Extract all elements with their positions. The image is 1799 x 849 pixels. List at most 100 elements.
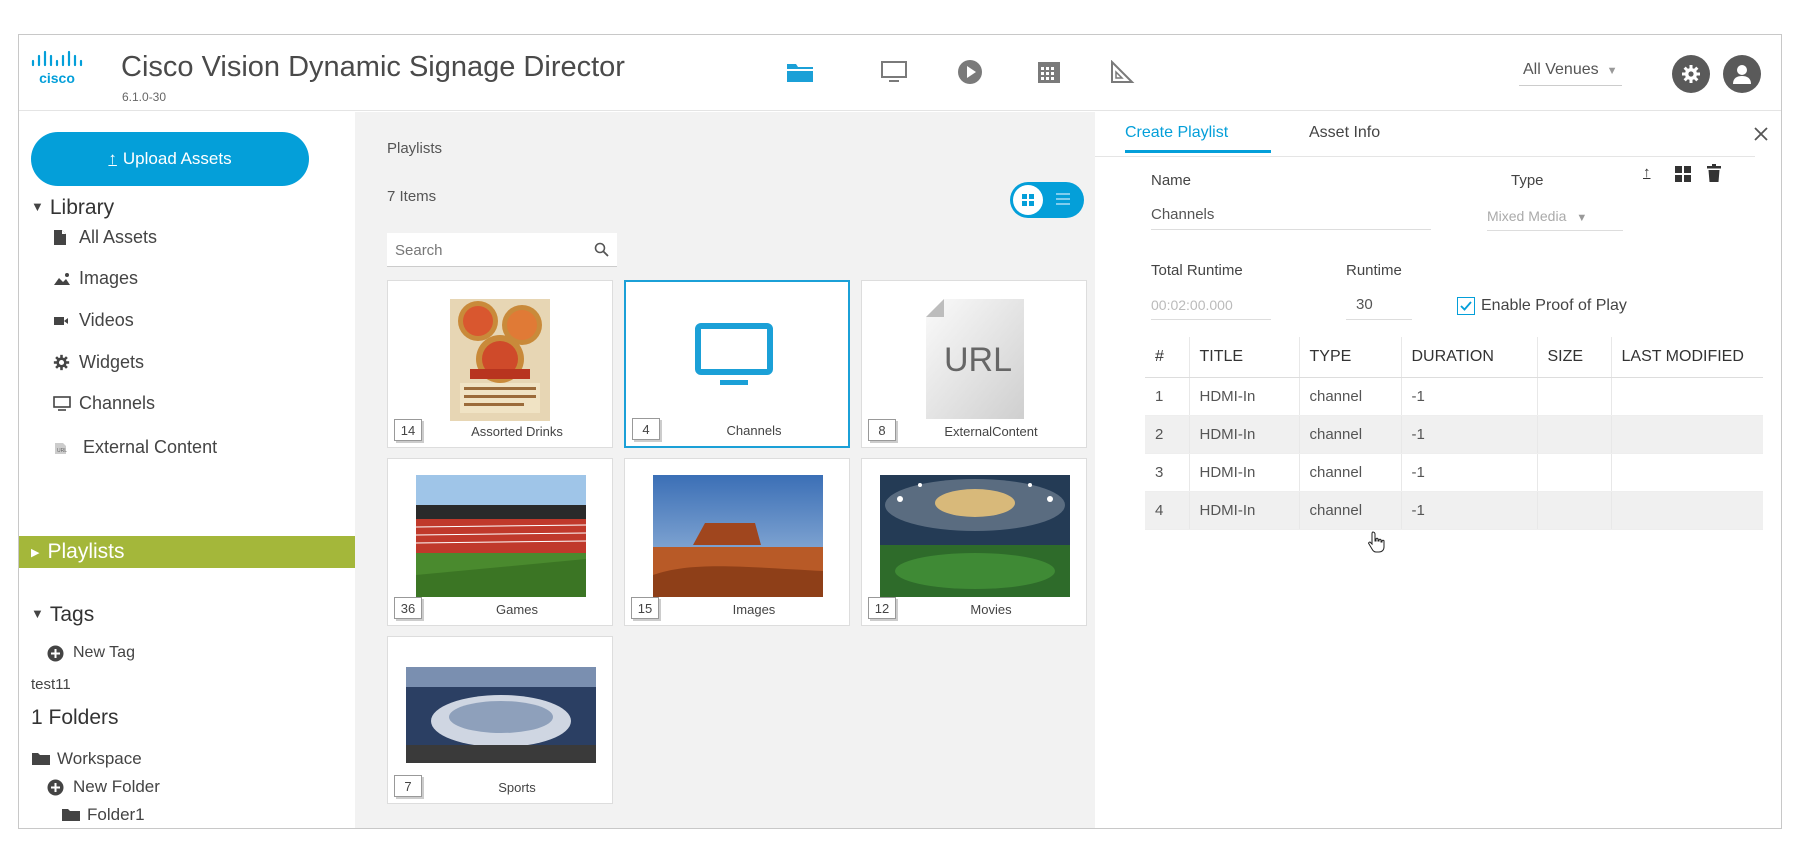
nav-folder-icon[interactable] — [785, 57, 815, 87]
total-runtime-label: Total Runtime — [1151, 262, 1243, 279]
enable-proof-of-play-checkbox[interactable]: Enable Proof of Play — [1457, 297, 1627, 315]
folder-workspace[interactable]: Workspace — [31, 749, 142, 769]
tags-label: Tags — [49, 603, 95, 626]
col-type[interactable]: TYPE — [1299, 337, 1402, 378]
playlist-tile-sports[interactable]: 7 Sports — [387, 636, 613, 804]
sidebar-item-images[interactable]: Images — [53, 268, 138, 289]
item-count-badge: 15 — [631, 597, 659, 619]
tab-create-playlist[interactable]: Create Playlist — [1125, 124, 1271, 153]
app-version: 6.1.0-30 — [122, 90, 167, 104]
grid-icon — [1013, 185, 1043, 215]
search-input[interactable] — [387, 233, 577, 267]
trash-icon[interactable] — [1707, 164, 1721, 182]
col-last-modified[interactable]: LAST MODIFIED — [1611, 337, 1763, 378]
folder-item[interactable]: Folder1 — [61, 805, 145, 825]
cell-duration: -1 — [1401, 453, 1538, 492]
cisco-logo: cisco — [29, 49, 91, 89]
item-count-badge: 12 — [868, 597, 896, 619]
caret-right-icon: ▶ — [31, 546, 40, 559]
sidebar-item-external-content[interactable]: URL External Content — [53, 437, 217, 458]
playlist-tile-images[interactable]: 15 Images — [624, 458, 850, 626]
table-row[interactable]: 3 HDMI-In channel -1 — [1145, 453, 1763, 492]
nav-calendar-icon[interactable] — [1034, 57, 1064, 87]
col-number[interactable]: # — [1145, 337, 1190, 378]
playlist-tile-movies[interactable]: 12 Movies — [861, 458, 1087, 626]
upload-icon[interactable]: ↑ — [1643, 164, 1651, 181]
field-lights-thumbnail — [880, 475, 1070, 597]
arena-thumbnail — [406, 667, 596, 763]
user-button[interactable] — [1723, 55, 1761, 93]
image-icon — [53, 272, 75, 286]
playlist-editor-panel: Create Playlist Asset Info Name Channels… — [1095, 112, 1781, 828]
cell-last-modified — [1611, 377, 1763, 416]
table-row[interactable]: 1 HDMI-In channel -1 — [1145, 377, 1763, 416]
tag-item-label: test11 — [31, 676, 71, 693]
playlist-tile-channels[interactable]: 4 Channels — [624, 280, 850, 448]
upload-icon: ↑ — [108, 149, 117, 168]
cell-number: 1 — [1145, 377, 1190, 416]
monitor-icon — [695, 323, 773, 385]
nav-monitor-icon[interactable] — [879, 57, 909, 87]
cell-number: 3 — [1145, 453, 1190, 492]
cell-type: channel — [1299, 491, 1402, 530]
view-toggle[interactable] — [1010, 182, 1084, 218]
upload-assets-button[interactable]: ↑ Upload Assets — [31, 132, 309, 186]
runtime-field[interactable]: 30 — [1346, 296, 1412, 320]
sidebar-item-videos[interactable]: Videos — [53, 310, 134, 331]
external-icon: URL — [53, 441, 75, 455]
nav-play-icon[interactable] — [955, 57, 985, 87]
search-icon[interactable] — [594, 242, 609, 257]
sidebar-item-widgets[interactable]: Widgets — [53, 352, 144, 373]
playlist-tile-games[interactable]: 36 Games — [387, 458, 613, 626]
cell-duration: -1 — [1401, 415, 1538, 454]
col-duration[interactable]: DURATION — [1401, 337, 1538, 378]
plus-circle-icon — [47, 645, 69, 662]
gear-icon — [1682, 65, 1700, 83]
settings-button[interactable] — [1672, 55, 1710, 93]
sidebar-item-all-assets[interactable]: All Assets — [53, 227, 157, 248]
hand-cursor-icon — [1368, 531, 1385, 553]
cell-title: HDMI-In — [1189, 491, 1300, 530]
col-title[interactable]: TITLE — [1189, 337, 1300, 378]
folder-icon — [31, 752, 53, 766]
playlists-label: Playlists — [47, 540, 125, 563]
grid-icon[interactable] — [1675, 166, 1691, 182]
sidebar-item-label: Widgets — [79, 352, 145, 372]
playlist-tile-assorted-drinks[interactable]: 14 Assorted Drinks — [387, 280, 613, 448]
sidebar-item-label: Videos — [79, 310, 134, 330]
cell-type: channel — [1299, 415, 1402, 454]
new-folder-button[interactable]: New Folder — [47, 777, 160, 797]
library-label: Library — [49, 196, 115, 219]
chevron-down-icon: ▼ — [1606, 65, 1618, 77]
tab-asset-info[interactable]: Asset Info — [1309, 124, 1380, 150]
nav-triangle-ruler-icon[interactable] — [1107, 57, 1137, 87]
library-header[interactable]: ▼ Library — [31, 196, 114, 220]
name-field[interactable]: Channels — [1151, 206, 1431, 230]
cell-duration: -1 — [1401, 377, 1538, 416]
sidebar-item-playlists[interactable]: ▶ Playlists — [19, 536, 355, 568]
proof-label: Enable Proof of Play — [1481, 297, 1627, 314]
app-header: cisco Cisco Vision Dynamic Signage Direc… — [19, 35, 1781, 111]
table-row[interactable]: 2 HDMI-In channel -1 — [1145, 415, 1763, 454]
folder-icon — [61, 808, 83, 822]
cell-last-modified — [1611, 491, 1763, 530]
cell-last-modified — [1611, 415, 1763, 454]
stadium-thumbnail — [416, 475, 586, 597]
venue-selector[interactable]: All Venues ▼ — [1519, 61, 1622, 86]
new-tag-label: New Tag — [73, 644, 135, 661]
cell-number: 2 — [1145, 415, 1190, 454]
type-select-value: Mixed Media — [1487, 208, 1567, 224]
close-icon[interactable] — [1753, 126, 1769, 142]
sidebar-item-label: Channels — [79, 393, 156, 413]
tile-name: Channels — [726, 423, 782, 438]
sidebar-item-channels[interactable]: Channels — [53, 393, 155, 414]
col-size[interactable]: SIZE — [1537, 337, 1612, 378]
new-tag-button[interactable]: New Tag — [47, 644, 135, 662]
playlist-tile-external-content[interactable]: URL 8 ExternalContent — [861, 280, 1087, 448]
tags-header[interactable]: ▼ Tags — [31, 603, 94, 627]
type-select[interactable]: Mixed Media ▼ — [1487, 208, 1623, 231]
app-title: Cisco Vision Dynamic Signage Director — [121, 51, 625, 83]
table-row[interactable]: 4 HDMI-In channel -1 — [1145, 491, 1763, 530]
total-runtime-field: 00:02:00.000 — [1151, 297, 1271, 320]
tag-item[interactable]: test11 — [31, 676, 71, 693]
